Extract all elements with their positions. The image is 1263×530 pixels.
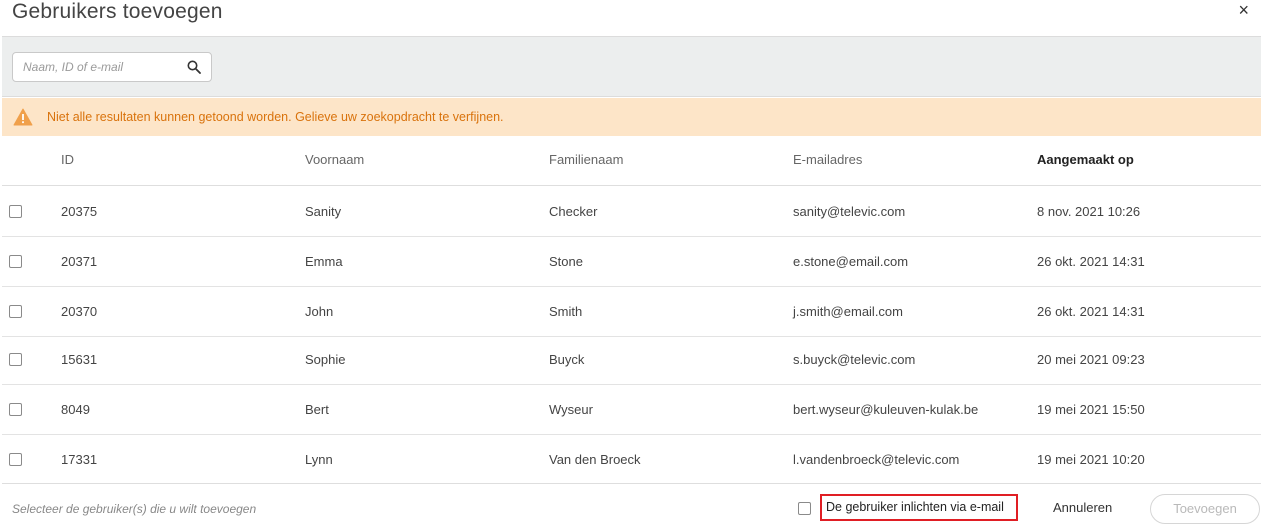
cell-last-name: Smith (549, 304, 583, 319)
table-row[interactable]: 20375 Sanity Checker sanity@televic.com … (2, 187, 1261, 237)
column-header-id[interactable]: ID (61, 152, 74, 167)
warning-banner: Niet alle resultaten kunnen getoond word… (2, 98, 1261, 136)
cell-email: s.buyck@televic.com (793, 352, 916, 367)
row-checkbox[interactable] (9, 255, 22, 268)
table-row[interactable]: 20370 John Smith j.smith@email.com 26 ok… (2, 287, 1261, 337)
search-icon[interactable] (187, 60, 201, 74)
search-input[interactable] (13, 53, 181, 81)
row-checkbox[interactable] (9, 403, 22, 416)
search-box (12, 52, 212, 82)
cell-first-name: Lynn (305, 452, 333, 467)
cell-email: l.vandenbroeck@televic.com (793, 452, 960, 467)
search-bar (2, 36, 1261, 97)
warning-text: Niet alle resultaten kunnen getoond word… (47, 110, 504, 124)
row-checkbox[interactable] (9, 353, 22, 366)
cell-first-name: Sophie (305, 352, 346, 367)
row-checkbox[interactable] (9, 453, 22, 466)
table-row[interactable]: 20371 Emma Stone e.stone@email.com 26 ok… (2, 237, 1261, 287)
add-button[interactable]: Toevoegen (1150, 494, 1260, 524)
cell-first-name: John (305, 304, 334, 319)
cell-last-name: Wyseur (549, 402, 593, 417)
cell-last-name: Checker (549, 204, 598, 219)
cell-email: bert.wyseur@kuleuven-kulak.be (793, 402, 979, 417)
cancel-button[interactable]: Annuleren (1053, 500, 1112, 515)
row-checkbox[interactable] (9, 205, 22, 218)
cell-email: e.stone@email.com (793, 254, 909, 269)
table-row[interactable]: 15631 Sophie Buyck s.buyck@televic.com 2… (2, 335, 1261, 385)
column-header-first-name[interactable]: Voornaam (305, 152, 364, 167)
cell-created: 8 nov. 2021 10:26 (1037, 204, 1141, 219)
cell-id: 20370 (61, 304, 98, 319)
cell-last-name: Van den Broeck (549, 452, 641, 467)
row-checkbox[interactable] (9, 305, 22, 318)
cell-last-name: Buyck (549, 352, 585, 367)
cell-created: 26 okt. 2021 14:31 (1037, 304, 1145, 319)
cell-email: sanity@televic.com (793, 204, 906, 219)
cell-first-name: Sanity (305, 204, 342, 219)
cell-last-name: Stone (549, 254, 583, 269)
cell-email: j.smith@email.com (793, 304, 903, 319)
warning-icon (13, 108, 33, 126)
cell-id: 20375 (61, 204, 98, 219)
cell-created: 20 mei 2021 09:23 (1037, 352, 1145, 367)
cell-id: 15631 (61, 352, 98, 367)
close-icon[interactable]: × (1238, 0, 1249, 20)
dialog-title: Gebruikers toevoegen (12, 0, 223, 23)
column-header-created[interactable]: Aangemaakt op (1037, 152, 1134, 167)
cell-created: 19 mei 2021 10:20 (1037, 452, 1145, 467)
column-header-last-name[interactable]: Familienaam (549, 152, 623, 167)
notify-by-email-checkbox[interactable] (798, 502, 811, 515)
table-row[interactable]: 17331 Lynn Van den Broeck l.vandenbroeck… (2, 435, 1261, 485)
dialog-footer: Selecteer de gebruiker(s) die u wilt toe… (2, 483, 1261, 530)
table-header: ID Voornaam Familienaam E-mailadres Aang… (2, 137, 1261, 186)
cell-id: 8049 (61, 402, 90, 417)
notify-by-email-label[interactable]: De gebruiker inlichten via e-mail (820, 494, 1018, 521)
cell-id: 17331 (61, 452, 98, 467)
cell-first-name: Bert (305, 402, 329, 417)
cell-first-name: Emma (305, 254, 343, 269)
cell-created: 19 mei 2021 15:50 (1037, 402, 1145, 417)
cell-id: 20371 (61, 254, 98, 269)
table-row[interactable]: 8049 Bert Wyseur bert.wyseur@kuleuven-ku… (2, 385, 1261, 435)
cell-created: 26 okt. 2021 14:31 (1037, 254, 1145, 269)
column-header-email[interactable]: E-mailadres (793, 152, 862, 167)
selection-hint: Selecteer de gebruiker(s) die u wilt toe… (12, 502, 257, 516)
